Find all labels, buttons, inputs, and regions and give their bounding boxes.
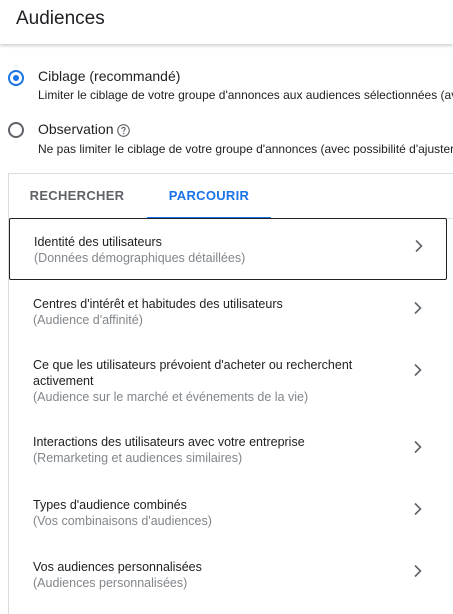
browse-item-title: Vos audiences personnalisées bbox=[33, 560, 202, 574]
browse-item-intention-achat[interactable]: Ce que les utilisateurs prévoient d'ache… bbox=[9, 343, 447, 419]
browse-item-title: Interactions des utilisateurs avec votre… bbox=[33, 435, 305, 449]
browse-item-identite[interactable]: Identité des utilisateurs (Données démog… bbox=[9, 218, 447, 280]
page-title: Audiences bbox=[16, 8, 105, 29]
chevron-right-icon bbox=[414, 440, 422, 454]
chevron-right-icon bbox=[414, 301, 422, 315]
observation-description: Ne pas limiter le ciblage de votre group… bbox=[38, 142, 453, 156]
chevron-right-icon bbox=[415, 239, 423, 253]
header-bar: Audiences bbox=[0, 0, 453, 44]
browse-item-audiences-personnalisees[interactable]: Vos audiences personnalisées (Audiences … bbox=[9, 545, 447, 607]
observation-option[interactable]: Observation Ne pas limiter le ciblage de… bbox=[0, 118, 453, 160]
browse-item-subtitle: (Audiences personnalisées) bbox=[33, 576, 188, 590]
browse-item-subtitle: (Données démographiques détaillées) bbox=[34, 251, 246, 265]
tab-bar: RECHERCHER PARCOURIR bbox=[8, 174, 453, 219]
chevron-right-icon bbox=[414, 502, 422, 516]
browse-item-subtitle: (Remarketing et audiences similaires) bbox=[33, 451, 243, 465]
observation-label: Observation bbox=[38, 121, 114, 137]
chevron-right-icon bbox=[414, 564, 422, 578]
chevron-right-icon bbox=[414, 363, 422, 377]
observation-radio[interactable] bbox=[8, 122, 24, 138]
tab-parcourir[interactable]: PARCOURIR bbox=[147, 174, 271, 219]
browse-item-title: Ce que les utilisateurs prévoient d'ache… bbox=[33, 358, 353, 388]
browse-item-title: Types d'audience combinés bbox=[33, 498, 187, 512]
targeting-radio[interactable] bbox=[8, 70, 24, 86]
tab-rechercher[interactable]: RECHERCHER bbox=[22, 174, 132, 218]
targeting-option[interactable]: Ciblage (recommandé) Limiter le ciblage … bbox=[0, 64, 453, 106]
targeting-label: Ciblage (recommandé) bbox=[38, 68, 181, 84]
observation-label-wrap: Observation bbox=[38, 121, 131, 137]
help-icon[interactable] bbox=[117, 123, 131, 137]
browse-item-centres-interet[interactable]: Centres d'intérêt et habitudes des utili… bbox=[9, 282, 447, 342]
browse-item-title: Identité des utilisateurs bbox=[34, 235, 162, 249]
browse-item-types-combines[interactable]: Types d'audience combinés (Vos combinais… bbox=[9, 483, 447, 545]
browse-item-subtitle: (Audience sur le marché et événements de… bbox=[33, 390, 309, 404]
browse-item-title: Centres d'intérêt et habitudes des utili… bbox=[33, 297, 283, 311]
browse-item-subtitle: (Vos combinaisons d'audiences) bbox=[33, 514, 212, 528]
browse-item-interactions[interactable]: Interactions des utilisateurs avec votre… bbox=[9, 420, 447, 482]
targeting-description: Limiter le ciblage de votre groupe d'ann… bbox=[38, 88, 453, 102]
browse-item-subtitle: (Audience d'affinité) bbox=[33, 313, 143, 327]
